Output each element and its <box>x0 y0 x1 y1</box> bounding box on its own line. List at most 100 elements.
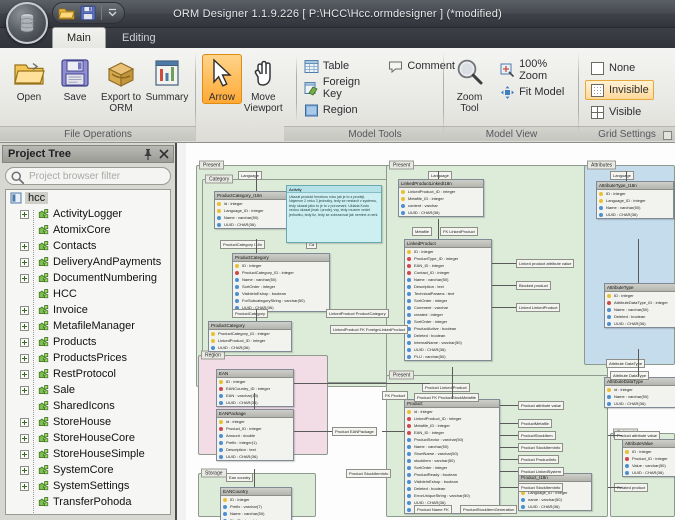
project-filter[interactable]: Project browser filter <box>5 167 171 185</box>
diagram-canvas-host[interactable]: Present Category Present Attributes Region St… <box>177 143 675 520</box>
expand-plus-icon[interactable] <box>20 305 29 315</box>
diagram-table[interactable]: LinkedProduct ID : integer ProductType_ID … <box>404 239 492 361</box>
relation-label[interactable]: Attribute DataType <box>606 359 646 368</box>
tree-item-systemsettings[interactable]: SystemSettings <box>6 478 170 498</box>
expand-plus-icon[interactable] <box>20 449 29 459</box>
application-menu-orb[interactable] <box>6 2 48 44</box>
expand-plus-icon[interactable] <box>20 369 29 379</box>
move-viewport-button[interactable]: Move Viewport <box>242 54 285 115</box>
relation-label[interactable]: Product StockItemInfo <box>518 483 564 492</box>
diagram-table[interactable]: Product id : integer LinkedProduct_ID : in… <box>404 399 500 514</box>
relation-label[interactable]: ProductMetafile <box>518 419 552 428</box>
region-tool-button[interactable]: Region <box>299 100 372 120</box>
tree-item-atomixcore[interactable]: AtomixCore <box>6 222 170 242</box>
tree-item-transferpohoda[interactable]: TransferPohoda <box>6 494 170 514</box>
expand-plus-icon[interactable] <box>20 481 29 491</box>
tree-item-contacts[interactable]: Contacts <box>6 238 170 258</box>
expand-plus-icon[interactable] <box>20 465 29 475</box>
diagram-table[interactable]: Product_I18nID : integerLanguage_ID : in… <box>518 473 592 511</box>
relation-label[interactable]: Linked product attribute value <box>516 259 575 268</box>
diagram-table[interactable]: AttributeDataType id : integer Name : varc… <box>604 377 675 408</box>
diagram-table[interactable]: AttributeType_I18n ID : integer Language_I… <box>596 181 674 219</box>
relation-label[interactable]: LinkedProduct ProductCategory <box>326 309 389 318</box>
diagram-table[interactable]: LinkedProductLinkedI18n LinkedProduct_ID … <box>398 179 484 217</box>
qat-customize-button[interactable] <box>106 5 119 21</box>
tree-item-storehousesimple[interactable]: StoreHouseSimple <box>6 446 170 466</box>
diagram-comment-note[interactable]: Activity Ukazat produkt hmotnou ruku jak … <box>286 185 382 243</box>
summary-button[interactable]: Summary <box>144 54 190 104</box>
grid-visible-button[interactable]: Visible <box>585 102 654 122</box>
tab-editing[interactable]: Editing <box>108 28 170 48</box>
expand-plus-icon[interactable] <box>20 353 29 363</box>
relation-label[interactable]: Attribute DataType <box>610 371 650 380</box>
expand-plus-icon[interactable] <box>20 385 29 395</box>
diagram-table[interactable]: ProductCategory ProductCategory_ID : inte… <box>208 321 292 352</box>
relation-label[interactable]: ProductStockItem <box>518 431 556 440</box>
expand-plus-icon[interactable] <box>20 417 29 427</box>
diagram-table[interactable]: EANPackage id : integer Product_ID : integ… <box>216 409 294 461</box>
zoom-100-button[interactable]: 100% Zoom <box>495 58 573 82</box>
grid-invisible-button[interactable]: Invisible <box>585 80 654 100</box>
qat-save-button[interactable] <box>79 4 97 22</box>
export-to-orm-button[interactable]: Export to ORM <box>98 54 144 115</box>
relation-label[interactable]: Product StockItemInfo <box>346 469 392 478</box>
project-tree-list[interactable]: hcc ActivityLogger AtomixCore Contacts Deli… <box>5 189 171 515</box>
expand-plus-icon[interactable] <box>20 241 29 251</box>
diagram-table[interactable]: EANCountry ID : integer Prefix : varchar(7… <box>220 487 292 520</box>
relation-label[interactable]: Product FK ProductStockMetafile <box>414 393 479 402</box>
open-button[interactable]: Open <box>6 54 52 104</box>
expand-plus-icon[interactable] <box>20 433 29 443</box>
tree-item-activitylogger[interactable]: ActivityLogger <box>6 206 170 226</box>
relation-label[interactable]: Product ProductInfo <box>518 455 560 464</box>
diagram-table[interactable]: ProductCategory ID : integer ProductCatego… <box>232 253 330 312</box>
qat-open-button[interactable] <box>58 4 76 22</box>
tree-item-hcc[interactable]: HCC <box>6 286 170 306</box>
tree-item-sale[interactable]: Sale <box>6 382 170 402</box>
relation-label[interactable]: Product attribute value <box>518 401 565 410</box>
tree-item-invoice[interactable]: Invoice <box>6 302 170 322</box>
expand-plus-icon[interactable] <box>20 337 29 347</box>
expand-plus-icon[interactable] <box>20 273 29 283</box>
tree-item-storehousecore[interactable]: StoreHouseCore <box>6 430 170 450</box>
relation-label[interactable]: Linked LinkedProduct <box>516 303 561 312</box>
arrow-tool-button[interactable]: Arrow <box>202 54 242 104</box>
diagram-table[interactable]: AttributeValue ID : integer Product_ID : i… <box>622 439 675 477</box>
relation-label[interactable]: Product Name FK <box>414 505 452 514</box>
diagram-table[interactable]: AttributeType ID : integer AttributeDataTy… <box>604 283 675 328</box>
relation-label[interactable]: Product LinkedSystem <box>518 467 565 476</box>
tree-item-deliveryandpayments[interactable]: DeliveryAndPayments <box>6 254 170 274</box>
relation-label[interactable]: FK Product <box>382 391 409 400</box>
expand-plus-icon[interactable] <box>20 321 29 331</box>
relation-label[interactable]: Language <box>238 171 262 180</box>
relation-label[interactable]: FK LinkedProduct <box>440 227 478 236</box>
tree-item-sharedicons[interactable]: SharedIcons <box>6 398 170 418</box>
save-button[interactable]: Save <box>52 54 98 104</box>
close-icon[interactable] <box>157 147 171 161</box>
tree-root-hcc[interactable]: hcc <box>6 190 170 206</box>
relation-label[interactable]: Blocked product <box>516 281 551 290</box>
tree-item-documentnumbering[interactable]: DocumentNumbering <box>6 270 170 290</box>
relation-label[interactable]: ProductStockItemGeneration <box>460 505 518 514</box>
relation-label[interactable]: Language <box>428 171 452 180</box>
relation-label[interactable]: Ean country <box>226 473 254 482</box>
tree-item-metafilemanager[interactable]: MetafileManager <box>6 318 170 338</box>
expand-plus-icon[interactable] <box>20 257 29 267</box>
grid-none-button[interactable]: None <box>585 58 654 78</box>
relation-label[interactable]: Product Linked Product <box>422 383 470 392</box>
relation-label[interactable]: ProductCategory <box>232 309 269 318</box>
foreign-key-tool-button[interactable]: Foreign Key <box>299 76 372 100</box>
diagram-table[interactable]: EAN ID : integer EANCountry_ID : integer EA… <box>216 369 294 407</box>
table-tool-button[interactable]: Table <box>299 56 372 76</box>
tree-item-systemcore[interactable]: SystemCore <box>6 462 170 482</box>
relation-label[interactable]: Product EANPackage <box>332 427 377 436</box>
grid-settings-dialog-launcher[interactable] <box>663 131 672 140</box>
tab-main[interactable]: Main <box>52 27 106 48</box>
pin-icon[interactable] <box>141 147 155 161</box>
tree-item-products[interactable]: Products <box>6 334 170 354</box>
fit-model-button[interactable]: Fit Model <box>495 82 573 102</box>
tree-item-restprotocol[interactable]: RestProtocol <box>6 366 170 386</box>
diagram-canvas[interactable]: Present Category Present Attributes Region St… <box>186 143 675 520</box>
relation-label[interactable]: LinkedProduct FK ForeignLinkedProduct <box>330 325 409 334</box>
relation-label[interactable]: Language <box>610 171 634 180</box>
relation-label[interactable]: Metafile <box>412 227 433 236</box>
